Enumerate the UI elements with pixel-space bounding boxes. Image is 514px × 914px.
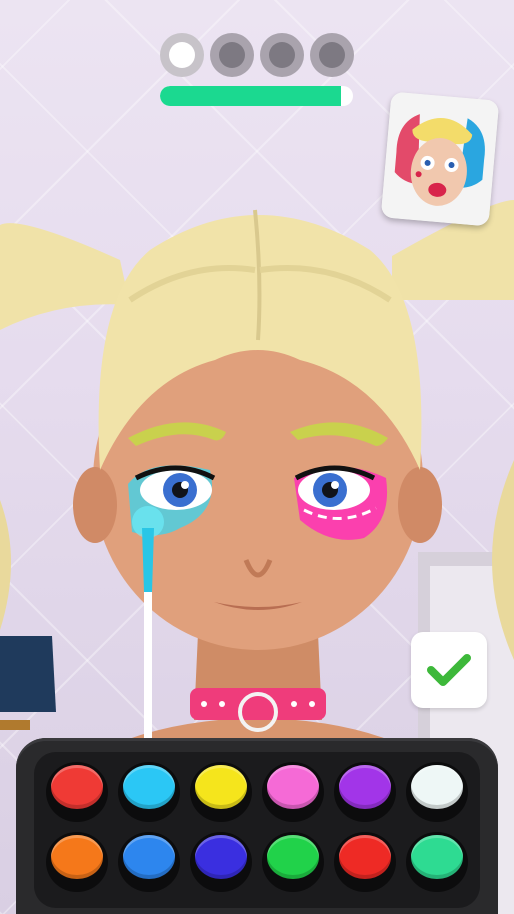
paint-swatch xyxy=(411,765,463,809)
confirm-button[interactable] xyxy=(411,632,487,708)
paint-well-green[interactable] xyxy=(262,832,324,892)
paint-well-pink[interactable] xyxy=(262,762,324,822)
color-palette xyxy=(16,738,498,914)
palette-grid xyxy=(46,762,468,892)
target-look-portrait-icon xyxy=(380,91,500,227)
paint-swatch xyxy=(267,835,319,879)
paint-swatch xyxy=(267,765,319,809)
lamp-shade xyxy=(0,636,56,712)
paint-well-white[interactable] xyxy=(406,762,468,822)
stage-indicator xyxy=(160,33,354,77)
paint-well-blue[interactable] xyxy=(118,832,180,892)
paint-well-yellow[interactable] xyxy=(190,762,252,822)
paint-swatch xyxy=(51,765,103,809)
paint-swatch xyxy=(195,765,247,809)
stage-dot xyxy=(310,33,354,77)
lamp-stand xyxy=(0,720,30,730)
stage-dot xyxy=(260,33,304,77)
reference-card[interactable] xyxy=(380,91,500,227)
paint-swatch xyxy=(339,765,391,809)
paint-well-indigo[interactable] xyxy=(190,832,252,892)
paint-swatch xyxy=(411,835,463,879)
checkmark-icon xyxy=(427,654,471,686)
paint-swatch xyxy=(123,835,175,879)
stage-dot xyxy=(210,33,254,77)
paint-well-red-2[interactable] xyxy=(334,832,396,892)
paint-swatch xyxy=(123,765,175,809)
paint-swatch xyxy=(195,835,247,879)
left-pigtail xyxy=(0,223,130,330)
paint-well-mint[interactable] xyxy=(406,832,468,892)
paint-well-red[interactable] xyxy=(46,762,108,822)
paint-well-orange[interactable] xyxy=(46,832,108,892)
paint-swatch xyxy=(51,835,103,879)
makeup-brush-icon[interactable] xyxy=(128,500,168,740)
paint-well-sky-blue[interactable] xyxy=(118,762,180,822)
paint-well-purple[interactable] xyxy=(334,762,396,822)
progress-bar xyxy=(160,86,353,106)
stage-dot xyxy=(160,33,204,77)
palette-tray xyxy=(34,752,480,908)
progress-bar-fill xyxy=(160,86,342,106)
right-ear xyxy=(398,467,442,543)
left-ear xyxy=(73,467,117,543)
paint-swatch xyxy=(339,835,391,879)
